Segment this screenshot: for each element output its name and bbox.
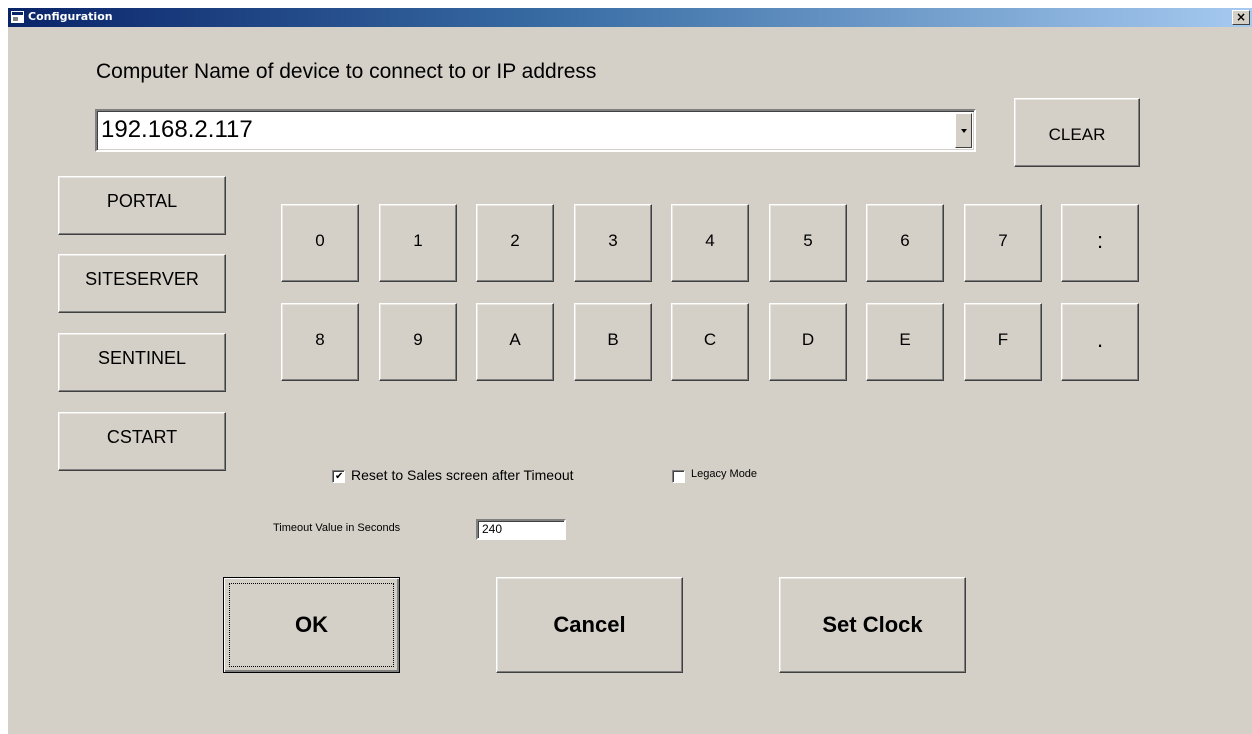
focus-rectangle [229,583,394,667]
title-bar[interactable]: Configuration × [8,8,1252,27]
key-label: 6 [900,231,910,250]
cstart-button[interactable]: CSTART [58,412,226,471]
close-button[interactable]: × [1232,10,1250,25]
key-label: : [1096,228,1104,253]
key-label: 0 [315,231,325,250]
key-label: B [607,330,619,349]
reset-timeout-checkbox[interactable]: ✔ [332,470,345,483]
sentinel-button[interactable]: SENTINEL [58,333,226,392]
key-label: 2 [510,231,520,250]
key-dot-button[interactable]: . [1061,303,1139,381]
address-dropdown-button[interactable] [955,113,972,148]
key-label: 3 [608,231,618,250]
key-label: D [801,330,815,349]
configuration-window: Configuration × Computer Name of device … [8,8,1252,734]
window-title: Configuration [28,10,113,23]
key-label: 9 [413,330,423,349]
key-7-button[interactable]: 7 [964,204,1042,282]
key-3-button[interactable]: 3 [574,204,652,282]
key-f-button[interactable]: F [964,303,1042,381]
set-clock-button[interactable]: Set Clock [779,577,966,673]
key-label: 1 [413,231,423,250]
cancel-button[interactable]: Cancel [496,577,683,673]
key-label: E [899,330,911,349]
legacy-mode-checkbox[interactable] [672,470,685,483]
key-0-button[interactable]: 0 [281,204,359,282]
key-colon-button[interactable]: : [1061,204,1139,282]
key-a-button[interactable]: A [476,303,554,381]
key-b-button[interactable]: B [574,303,652,381]
address-combobox[interactable]: 192.168.2.117 [95,109,976,152]
checkmark-icon: ✔ [335,471,344,482]
key-4-button[interactable]: 4 [671,204,749,282]
reset-timeout-label[interactable]: Reset to Sales screen after Timeout [351,467,574,483]
key-label: F [997,330,1009,349]
clear-button[interactable]: CLEAR [1014,98,1140,167]
key-9-button[interactable]: 9 [379,303,457,381]
siteserver-button[interactable]: SITESERVER [58,254,226,313]
app-window-icon [11,11,24,23]
timeout-label: Timeout Value in Seconds [273,522,401,534]
key-2-button[interactable]: 2 [476,204,554,282]
timeout-input[interactable]: 240 [476,519,566,540]
key-5-button[interactable]: 5 [769,204,847,282]
key-label: C [703,330,717,349]
key-label: A [509,330,521,349]
key-8-button[interactable]: 8 [281,303,359,381]
key-label: 7 [998,231,1008,250]
key-label: . [1096,327,1104,352]
key-1-button[interactable]: 1 [379,204,457,282]
address-prompt-label: Computer Name of device to connect to or… [96,60,597,83]
key-e-button[interactable]: E [866,303,944,381]
key-label: 5 [803,231,813,250]
address-value[interactable]: 192.168.2.117 [101,115,253,145]
chevron-down-icon [961,129,967,133]
key-label: 4 [705,231,715,250]
portal-button[interactable]: PORTAL [58,176,226,235]
key-6-button[interactable]: 6 [866,204,944,282]
legacy-mode-label[interactable]: Legacy Mode [691,468,757,480]
key-c-button[interactable]: C [671,303,749,381]
key-label: 8 [315,330,325,349]
ok-button[interactable]: OK [223,577,400,673]
key-d-button[interactable]: D [769,303,847,381]
